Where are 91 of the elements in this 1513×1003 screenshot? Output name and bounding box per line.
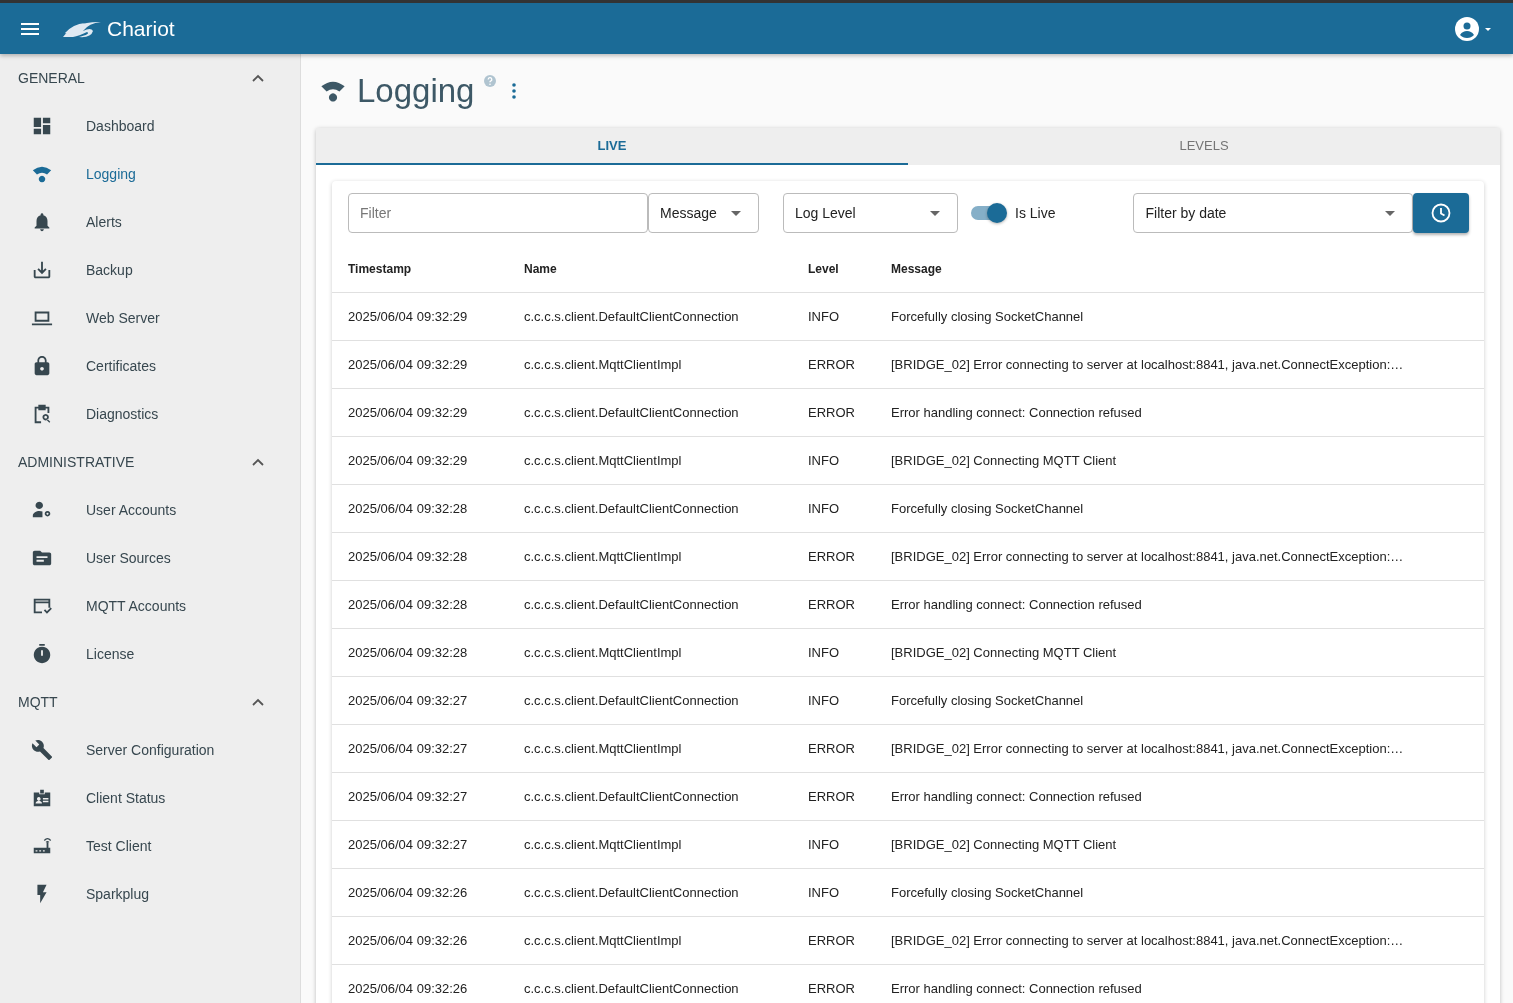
- column-header[interactable]: Name: [524, 249, 808, 276]
- table-cell-text: [BRIDGE_02] Connecting MQTT Client: [891, 645, 1118, 660]
- table-cell-text: [BRIDGE_02] Connecting MQTT Client: [891, 453, 1118, 468]
- table-cell-text: Error handling connect: Connection refused: [891, 405, 1143, 420]
- table-cell-text: Forcefully closing SocketChannel: [891, 693, 1085, 708]
- table-cell-text: ERROR: [808, 549, 856, 564]
- sidebar-item[interactable]: License: [0, 630, 300, 678]
- sidebar-item[interactable]: Test Client: [0, 822, 300, 870]
- table-cell-text: c.c.c.s.client.MqttClientImpl: [524, 933, 683, 948]
- table-cell-text: Error handling connect: Connection refused: [891, 789, 1143, 804]
- table-cell-text: c.c.c.s.client.DefaultClientConnection: [524, 885, 740, 900]
- table-cell-text: ERROR: [808, 981, 856, 996]
- table-cell-text: INFO: [808, 309, 841, 324]
- table-cell-text: [BRIDGE_02] Error connecting to server at localhost:8841, java.net.ConnectException:…: [891, 357, 1405, 372]
- table-cell-text: INFO: [808, 501, 841, 516]
- table-cell-text: 2025/06/04 09:32:26: [348, 981, 469, 996]
- column-header[interactable]: Message: [891, 249, 1484, 276]
- sidebar-item[interactable]: User Accounts: [0, 486, 300, 534]
- sidebar-item[interactable]: Diagnostics: [0, 390, 300, 438]
- filter-field[interactable]: Filter: [348, 193, 648, 233]
- table-cell-text: ERROR: [808, 789, 856, 804]
- table-cell-text: INFO: [808, 837, 841, 852]
- table-cell-text: c.c.c.s.client.DefaultClientConnection: [524, 597, 740, 612]
- sidebar-item[interactable]: User Sources: [0, 534, 300, 582]
- table-cell-text: [BRIDGE_02] Error connecting to server at localhost:8841, java.net.ConnectException:…: [891, 933, 1405, 948]
- column-header[interactable]: Timestamp: [348, 249, 524, 276]
- table-cell-text: 2025/06/04 09:32:28: [348, 597, 469, 612]
- field-dropdown[interactable]: Message: [648, 193, 759, 233]
- section-title: ADMINISTRATIVE: [18, 454, 136, 470]
- toggle-label: Is Live: [1015, 205, 1056, 221]
- table-cell-text: 2025/06/04 09:32:29: [348, 405, 469, 420]
- sidebar-item[interactable]: Backup: [0, 246, 300, 294]
- table-cell-text: c.c.c.s.client.DefaultClientConnection: [524, 693, 740, 708]
- table-cell-text: c.c.c.s.client.DefaultClientConnection: [524, 789, 740, 804]
- table-cell-text: Error handling connect: Connection refused: [891, 597, 1143, 612]
- table-cell-text: 2025/06/04 09:32:27: [348, 741, 469, 756]
- table-cell-text: c.c.c.s.client.DefaultClientConnection: [524, 309, 740, 324]
- table-cell-text: c.c.c.s.client.MqttClientImpl: [524, 741, 683, 756]
- log-level-dropdown[interactable]: Log Level: [783, 193, 958, 233]
- table-cell-text: 2025/06/04 09:32:26: [348, 885, 469, 900]
- table-cell-text: 2025/06/04 09:32:27: [348, 837, 469, 852]
- sidebar-item[interactable]: Dashboard: [0, 102, 300, 150]
- sidebar-item[interactable]: Server Configuration: [0, 726, 300, 774]
- table-cell-text: ERROR: [808, 741, 856, 756]
- sidebar-item[interactable]: Alerts: [0, 198, 300, 246]
- sidebar-item[interactable]: Certificates: [0, 342, 300, 390]
- column-header[interactable]: Level: [808, 249, 891, 276]
- table-cell-text: c.c.c.s.client.MqttClientImpl: [524, 645, 683, 660]
- table-cell-text: 2025/06/04 09:32:27: [348, 789, 469, 804]
- tab[interactable]: LEVELS: [908, 128, 1500, 165]
- table-cell-text: 2025/06/04 09:32:27: [348, 693, 469, 708]
- table-cell-text: Forcefully closing SocketChannel: [891, 885, 1085, 900]
- table-cell-text: c.c.c.s.client.MqttClientImpl: [524, 453, 683, 468]
- table-cell-text: ERROR: [808, 933, 856, 948]
- table-cell-text: 2025/06/04 09:32:26: [348, 933, 469, 948]
- table-cell-text: ERROR: [808, 405, 856, 420]
- table-cell-text: c.c.c.s.client.MqttClientImpl: [524, 549, 683, 564]
- date-dropdown[interactable]: Filter by date: [1133, 193, 1414, 233]
- table-cell-text: [BRIDGE_02] Error connecting to server at localhost:8841, java.net.ConnectException:…: [891, 741, 1405, 756]
- table-cell-text: Forcefully closing SocketChannel: [891, 501, 1085, 516]
- brand-name: Chariot: [107, 16, 175, 41]
- section-title: GENERAL: [18, 70, 86, 86]
- sidebar-item[interactable]: Sparkplug: [0, 870, 300, 918]
- sidebar-item[interactable]: Web Server: [0, 294, 300, 342]
- sidebar-item[interactable]: Logging: [0, 150, 300, 198]
- table-cell-text: Error handling connect: Connection refused: [891, 981, 1143, 996]
- table-cell-text: c.c.c.s.client.MqttClientImpl: [524, 357, 683, 372]
- table-cell-text: c.c.c.s.client.DefaultClientConnection: [524, 405, 740, 420]
- table-cell-text: 2025/06/04 09:32:28: [348, 549, 469, 564]
- table-cell-text: c.c.c.s.client.MqttClientImpl: [524, 837, 683, 852]
- page-title: Logging: [357, 72, 475, 110]
- table-cell-text: Forcefully closing SocketChannel: [891, 309, 1085, 324]
- table-cell-text: INFO: [808, 693, 841, 708]
- sidebar-item[interactable]: Client Status: [0, 774, 300, 822]
- table-cell-text: 2025/06/04 09:32:29: [348, 453, 469, 468]
- table-cell-text: 2025/06/04 09:32:28: [348, 645, 469, 660]
- table-cell-text: INFO: [808, 453, 841, 468]
- table-cell-text: c.c.c.s.client.DefaultClientConnection: [524, 501, 740, 516]
- table-cell-text: INFO: [808, 885, 841, 900]
- table-cell-text: [BRIDGE_02] Error connecting to server at localhost:8841, java.net.ConnectException:…: [891, 549, 1405, 564]
- table-cell-text: 2025/06/04 09:32:29: [348, 357, 469, 372]
- table-cell-text: 2025/06/04 09:32:28: [348, 501, 469, 516]
- table-cell-text: ERROR: [808, 357, 856, 372]
- table-cell-text: ERROR: [808, 597, 856, 612]
- table-cell-text: [BRIDGE_02] Connecting MQTT Client: [891, 837, 1118, 852]
- table-cell-text: 2025/06/04 09:32:29: [348, 309, 469, 324]
- table-cell-text: INFO: [808, 645, 841, 660]
- tab[interactable]: LIVE: [316, 128, 908, 165]
- table-cell-text: c.c.c.s.client.DefaultClientConnection: [524, 981, 740, 996]
- section-title: MQTT: [18, 694, 59, 710]
- sidebar-item[interactable]: MQTT Accounts: [0, 582, 300, 630]
